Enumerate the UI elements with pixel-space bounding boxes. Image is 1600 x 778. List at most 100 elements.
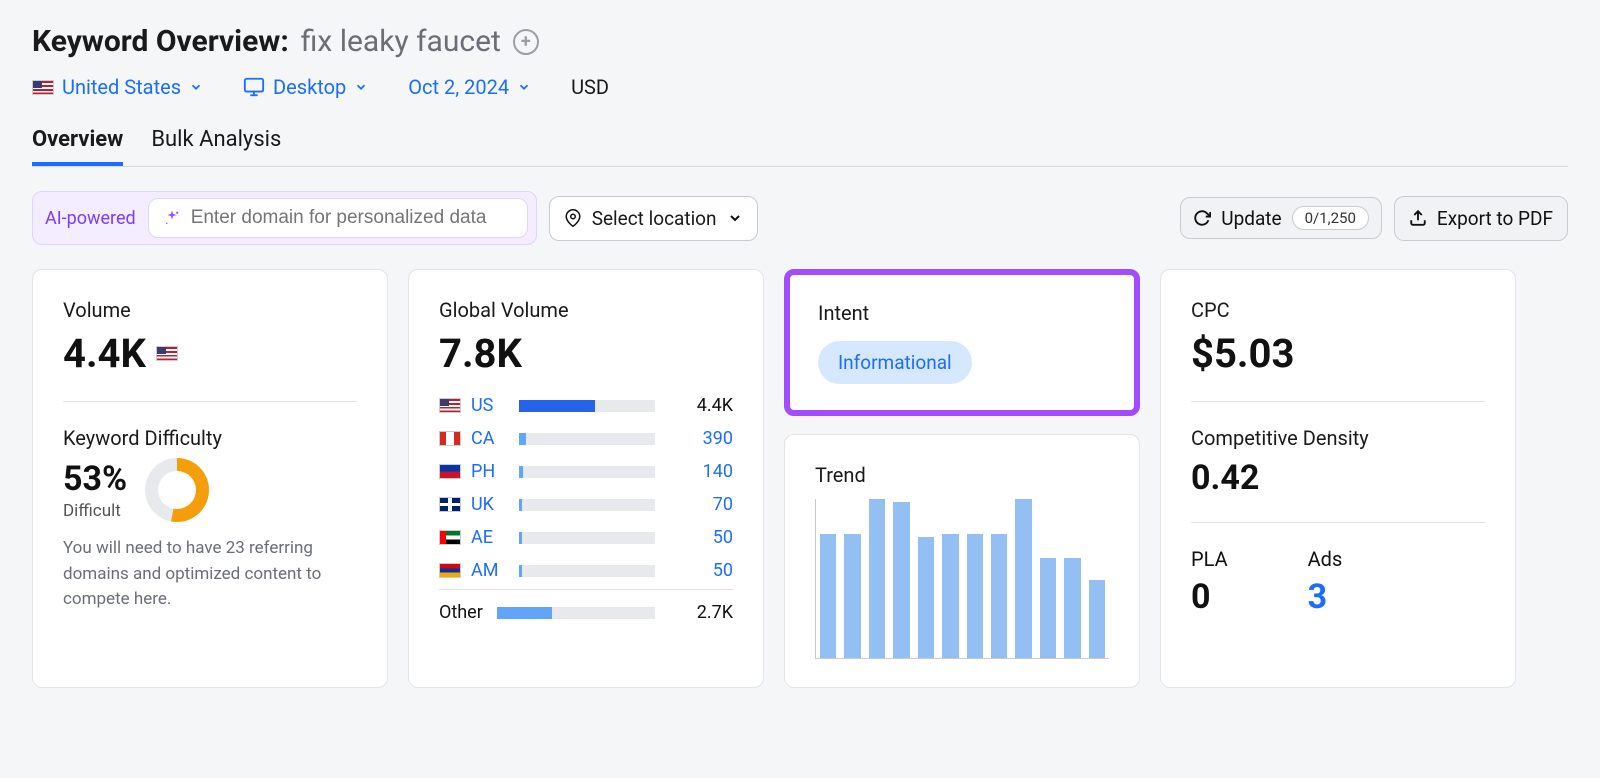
country-code: PH <box>471 461 509 482</box>
us-flag-icon <box>32 80 54 95</box>
filter-row: United States Desktop Oct 2, 2024 USD <box>32 75 1568 99</box>
update-button[interactable]: Update 0/1,250 <box>1180 197 1382 239</box>
trend-bar <box>893 502 909 658</box>
volume-card: Volume 4.4K Keyword Difficulty 53% Diffi… <box>32 269 388 688</box>
add-keyword-icon[interactable]: + <box>513 29 539 55</box>
country-code: UK <box>471 494 509 515</box>
other-bar <box>497 607 655 619</box>
desktop-icon <box>243 76 265 98</box>
tabs: Overview Bulk Analysis <box>32 127 1568 167</box>
flag-icon <box>439 398 461 413</box>
country-code: AE <box>471 527 509 548</box>
page-title-row: Keyword Overview: fix leaky faucet + <box>32 24 1568 59</box>
pla-value: 0 <box>1191 577 1228 617</box>
country-row[interactable]: PH 140 <box>439 461 733 482</box>
trend-bar <box>869 499 885 658</box>
ads-label: Ads <box>1308 547 1343 571</box>
volume-label: Volume <box>63 298 357 322</box>
cpc-card: CPC $5.03 Competitive Density 0.42 PLA 0… <box>1160 269 1516 688</box>
intent-card: Intent Informational <box>784 269 1140 416</box>
country-filter[interactable]: United States <box>32 75 203 99</box>
country-bar <box>519 499 655 511</box>
country-value: 4.4K <box>665 395 733 416</box>
toolbar: AI-powered Select location Update 0/1,25… <box>0 167 1600 269</box>
ai-powered-wrap: AI-powered <box>32 191 537 245</box>
global-volume-card: Global Volume 7.8K US 4.4K CA390 PH 140 UK 70 A… <box>408 269 764 688</box>
update-count: 0/1,250 <box>1292 206 1369 230</box>
date-filter[interactable]: Oct 2, 2024 <box>408 75 531 99</box>
country-value: 70 <box>665 494 733 515</box>
flag-icon <box>439 497 461 512</box>
country-row[interactable]: AM 50 <box>439 560 733 581</box>
country-value: 140 <box>665 461 733 482</box>
title-keyword: fix leaky faucet <box>301 24 501 59</box>
chevron-down-icon <box>354 80 368 94</box>
country-bar <box>519 532 655 544</box>
intent-label: Intent <box>818 301 1106 325</box>
intent-value[interactable]: Informational <box>818 341 972 384</box>
trend-chart <box>815 499 1109 659</box>
cpc-value: $5.03 <box>1191 330 1485 377</box>
trend-label: Trend <box>815 463 1109 487</box>
cpc-label: CPC <box>1191 298 1485 322</box>
ads-value[interactable]: 3 <box>1308 577 1343 617</box>
title-label: Keyword Overview: <box>32 24 289 59</box>
country-value: 50 <box>665 560 733 581</box>
trend-bar <box>1064 558 1080 658</box>
kd-level: Difficult <box>63 501 127 521</box>
kd-label: Keyword Difficulty <box>63 426 357 450</box>
us-flag-icon <box>156 346 178 361</box>
country-value: 50 <box>665 527 733 548</box>
pla-label: PLA <box>1191 547 1228 571</box>
country-row[interactable]: US 4.4K <box>439 395 733 416</box>
refresh-icon <box>1193 209 1211 227</box>
update-label: Update <box>1221 207 1281 230</box>
country-bar <box>519 400 655 412</box>
volume-value: 4.4K <box>63 330 146 377</box>
country-label: United States <box>62 75 181 99</box>
country-bar <box>519 565 655 577</box>
country-code: US <box>471 395 509 416</box>
export-label: Export to PDF <box>1437 207 1553 230</box>
divider <box>1191 522 1485 523</box>
device-filter[interactable]: Desktop <box>243 75 368 99</box>
tab-bulk-analysis[interactable]: Bulk Analysis <box>151 127 281 166</box>
country-code: CA <box>471 428 509 449</box>
trend-card: Trend <box>784 434 1140 688</box>
export-icon <box>1409 209 1427 227</box>
cd-value: 0.42 <box>1191 458 1485 498</box>
country-row[interactable]: AE 50 <box>439 527 733 548</box>
device-label: Desktop <box>273 75 346 99</box>
tab-overview[interactable]: Overview <box>32 127 123 166</box>
global-volume-label: Global Volume <box>439 298 733 322</box>
other-label: Other <box>439 602 487 623</box>
kd-description: You will need to have 23 referring domai… <box>63 536 357 613</box>
cards-row: Volume 4.4K Keyword Difficulty 53% Diffi… <box>0 269 1600 720</box>
kd-percent: 53% <box>63 459 127 499</box>
sparkle-icon <box>163 209 181 227</box>
trend-bar <box>1040 558 1056 658</box>
currency-label: USD <box>571 75 609 99</box>
country-row[interactable]: UK 70 <box>439 494 733 515</box>
ai-powered-label: AI-powered <box>41 208 140 229</box>
export-pdf-button[interactable]: Export to PDF <box>1394 196 1568 241</box>
trend-bar <box>844 534 860 658</box>
location-label: Select location <box>592 207 717 230</box>
cd-label: Competitive Density <box>1191 426 1485 450</box>
domain-input[interactable] <box>191 207 513 229</box>
country-list: US 4.4K CA390 PH 140 UK 70 AE 50 AM 50 <box>439 395 733 581</box>
country-row[interactable]: CA390 <box>439 428 733 449</box>
trend-bar <box>918 537 934 658</box>
trend-bar <box>942 534 958 658</box>
flag-icon <box>439 431 461 446</box>
location-select[interactable]: Select location <box>549 196 758 241</box>
chevron-down-icon <box>189 80 203 94</box>
other-row: Other 2.7K <box>439 589 733 623</box>
country-code: AM <box>471 560 509 581</box>
divider <box>63 401 357 402</box>
domain-input-wrap[interactable] <box>148 198 528 238</box>
global-volume-value: 7.8K <box>439 330 733 377</box>
divider <box>1191 401 1485 402</box>
other-value: 2.7K <box>665 602 733 623</box>
location-pin-icon <box>564 209 582 227</box>
